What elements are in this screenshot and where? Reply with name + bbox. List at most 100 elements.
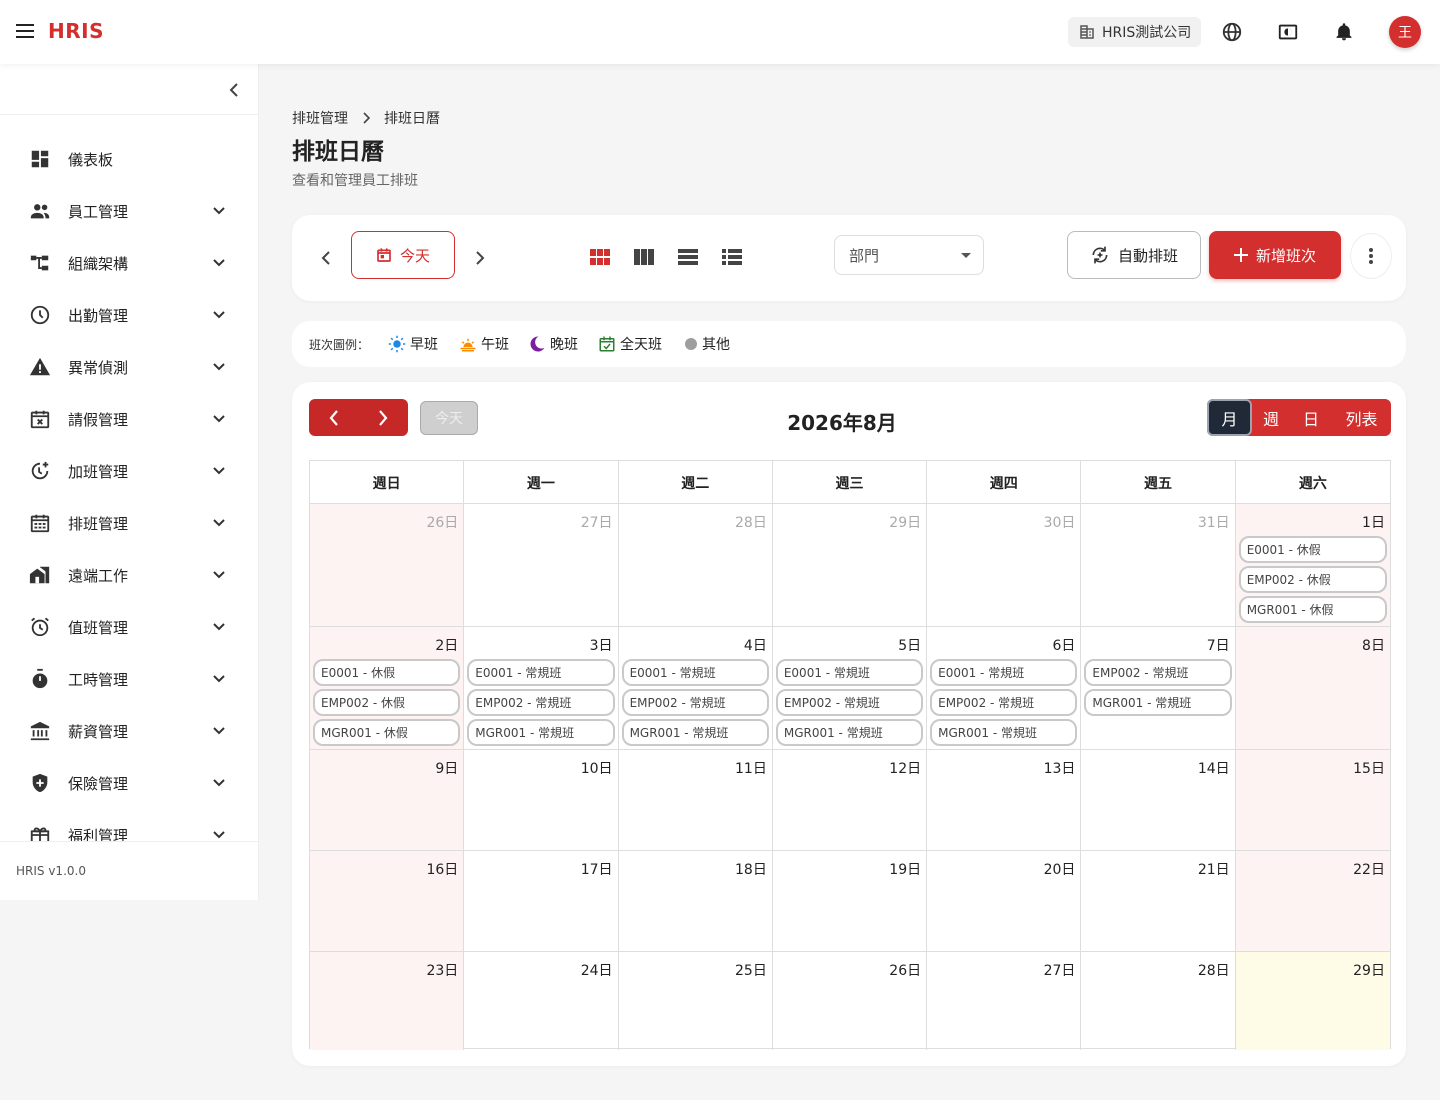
day-number[interactable]: 28日 bbox=[735, 512, 767, 532]
shift-event[interactable]: E0001 - 休假 bbox=[1238, 536, 1387, 563]
user-avatar[interactable]: 王 bbox=[1389, 16, 1421, 48]
shift-event[interactable]: MGR001 - 休假 bbox=[313, 719, 461, 746]
calendar-next-button[interactable] bbox=[359, 399, 409, 436]
day-number[interactable]: 27日 bbox=[1044, 960, 1076, 980]
day-cell[interactable]: 1日 E0001 - 休假 EMP002 - 休假 MGR001 - 休假 bbox=[1235, 504, 1390, 626]
day-cell[interactable]: 26日 bbox=[773, 952, 928, 1050]
day-cell[interactable]: 5日 E0001 - 常規班 EMP002 - 常規班 MGR001 - 常規班 bbox=[773, 627, 928, 749]
day-cell[interactable]: 21日 bbox=[1081, 851, 1236, 951]
company-selector[interactable]: HRIS測試公司 bbox=[1068, 17, 1202, 47]
sidebar-item-org[interactable]: 組織架構 bbox=[0, 237, 259, 289]
sidebar-item-duty[interactable]: 值班管理 bbox=[0, 601, 259, 653]
shift-event[interactable]: MGR001 - 常規班 bbox=[467, 719, 615, 746]
day-cell[interactable]: 31日 bbox=[1081, 504, 1236, 626]
day-cell[interactable]: 19日 bbox=[773, 851, 928, 951]
day-cell[interactable]: 29日 bbox=[773, 504, 928, 626]
sidebar-item-worktime[interactable]: 工時管理 bbox=[0, 653, 259, 705]
day-number[interactable]: 27日 bbox=[581, 512, 613, 532]
shift-event[interactable]: EMP002 - 常規班 bbox=[930, 689, 1078, 716]
day-cell[interactable]: 7日 EMP002 - 常規班 MGR001 - 常規班 bbox=[1081, 627, 1236, 749]
day-number[interactable]: 14日 bbox=[1198, 758, 1230, 778]
day-cell[interactable]: 24日 bbox=[464, 952, 619, 1050]
day-number[interactable]: 10日 bbox=[581, 758, 613, 778]
day-cell[interactable]: 6日 E0001 - 常規班 EMP002 - 常規班 MGR001 - 常規班 bbox=[927, 627, 1082, 749]
day-number[interactable]: 24日 bbox=[581, 960, 613, 980]
shift-event[interactable]: MGR001 - 常規班 bbox=[930, 719, 1078, 746]
day-cell[interactable]: 22日 bbox=[1235, 851, 1390, 951]
shift-event[interactable]: MGR001 - 常規班 bbox=[775, 719, 924, 746]
day-number[interactable]: 9日 bbox=[435, 758, 458, 778]
view-day-button[interactable]: 日 bbox=[1290, 399, 1332, 436]
shift-event[interactable]: E0001 - 常規班 bbox=[467, 659, 615, 686]
shift-event[interactable]: E0001 - 常規班 bbox=[621, 659, 769, 686]
shift-event[interactable]: MGR001 - 常規班 bbox=[621, 719, 769, 746]
day-cell[interactable]: 20日 bbox=[927, 851, 1082, 951]
day-number[interactable]: 4日 bbox=[744, 635, 767, 655]
shift-event[interactable]: EMP002 - 休假 bbox=[313, 689, 461, 716]
shift-event[interactable]: MGR001 - 休假 bbox=[1238, 596, 1387, 623]
day-number[interactable]: 23日 bbox=[426, 960, 458, 980]
day-number[interactable]: 8日 bbox=[1362, 635, 1385, 655]
day-cell[interactable]: 2日 E0001 - 休假 EMP002 - 休假 MGR001 - 休假 bbox=[310, 627, 465, 749]
day-cell[interactable]: 4日 E0001 - 常規班 EMP002 - 常規班 MGR001 - 常規班 bbox=[619, 627, 773, 749]
day-number[interactable]: 22日 bbox=[1353, 859, 1385, 879]
day-cell[interactable]: 3日 E0001 - 常規班 EMP002 - 常規班 MGR001 - 常規班 bbox=[464, 627, 619, 749]
day-cell[interactable]: 26日 bbox=[310, 504, 465, 626]
day-cell[interactable]: 15日 bbox=[1235, 750, 1390, 850]
sidebar-item-insurance[interactable]: 保險管理 bbox=[0, 757, 259, 809]
shift-event[interactable]: E0001 - 常規班 bbox=[775, 659, 924, 686]
day-number[interactable]: 31日 bbox=[1198, 512, 1230, 532]
prev-period-button[interactable] bbox=[315, 247, 337, 269]
day-number[interactable]: 12日 bbox=[889, 758, 921, 778]
day-number[interactable]: 11日 bbox=[735, 758, 767, 778]
sidebar-item-anomaly[interactable]: 異常偵測 bbox=[0, 341, 259, 393]
view-week-button[interactable]: 週 bbox=[1252, 399, 1290, 436]
day-cell[interactable]: 27日 bbox=[927, 952, 1082, 1050]
shift-event[interactable]: EMP002 - 常規班 bbox=[467, 689, 615, 716]
month-view-icon[interactable] bbox=[588, 245, 612, 269]
language-icon[interactable] bbox=[1220, 20, 1244, 44]
calendar-today-button[interactable]: 今天 bbox=[420, 401, 478, 435]
sidebar-item-overtime[interactable]: 加班管理 bbox=[0, 445, 259, 497]
shift-event[interactable]: E0001 - 休假 bbox=[313, 659, 461, 686]
day-cell[interactable]: 11日 bbox=[619, 750, 773, 850]
day-cell[interactable]: 8日 bbox=[1235, 627, 1390, 749]
sidebar-item-employees[interactable]: 員工管理 bbox=[0, 185, 259, 237]
day-cell[interactable]: 16日 bbox=[310, 851, 465, 951]
day-number[interactable]: 26日 bbox=[889, 960, 921, 980]
day-number[interactable]: 6日 bbox=[1052, 635, 1075, 655]
day-cell[interactable]: 10日 bbox=[464, 750, 619, 850]
app-logo[interactable]: HRIS bbox=[48, 19, 104, 43]
day-cell[interactable]: 27日 bbox=[464, 504, 619, 626]
week-view-icon[interactable] bbox=[632, 245, 656, 269]
day-cell[interactable]: 28日 bbox=[619, 504, 773, 626]
shift-event[interactable]: EMP002 - 常規班 bbox=[1084, 659, 1232, 686]
view-month-button[interactable]: 月 bbox=[1207, 399, 1252, 436]
day-number[interactable]: 7日 bbox=[1207, 635, 1230, 655]
view-list-button[interactable]: 列表 bbox=[1332, 399, 1391, 436]
shift-event[interactable]: EMP002 - 休假 bbox=[1238, 566, 1387, 593]
sidebar-item-benefits[interactable]: 福利管理 bbox=[0, 809, 259, 841]
day-number[interactable]: 29日 bbox=[1353, 960, 1385, 980]
sidebar-item-attendance[interactable]: 出勤管理 bbox=[0, 289, 259, 341]
day-number[interactable]: 13日 bbox=[1044, 758, 1076, 778]
day-number[interactable]: 16日 bbox=[426, 859, 458, 879]
day-view-icon[interactable] bbox=[676, 245, 700, 269]
department-select[interactable]: 部門 bbox=[834, 235, 984, 275]
more-options-icon[interactable] bbox=[1350, 233, 1392, 279]
sidebar-item-remote[interactable]: 遠端工作 bbox=[0, 549, 259, 601]
day-number[interactable]: 18日 bbox=[735, 859, 767, 879]
day-cell[interactable]: 28日 bbox=[1081, 952, 1236, 1050]
day-cell[interactable]: 29日 bbox=[1235, 952, 1390, 1050]
day-cell[interactable]: 9日 bbox=[310, 750, 465, 850]
day-cell[interactable]: 25日 bbox=[619, 952, 773, 1050]
day-cell[interactable]: 14日 bbox=[1081, 750, 1236, 850]
day-cell[interactable]: 13日 bbox=[927, 750, 1082, 850]
notification-bell-icon[interactable] bbox=[1332, 20, 1356, 44]
collapse-sidebar-icon[interactable] bbox=[224, 80, 244, 100]
day-cell[interactable]: 17日 bbox=[464, 851, 619, 951]
add-shift-button[interactable]: 新增班次 bbox=[1209, 231, 1341, 279]
day-number[interactable]: 29日 bbox=[889, 512, 921, 532]
day-number[interactable]: 26日 bbox=[426, 512, 458, 532]
sidebar-item-scheduling[interactable]: 排班管理 bbox=[0, 497, 259, 549]
